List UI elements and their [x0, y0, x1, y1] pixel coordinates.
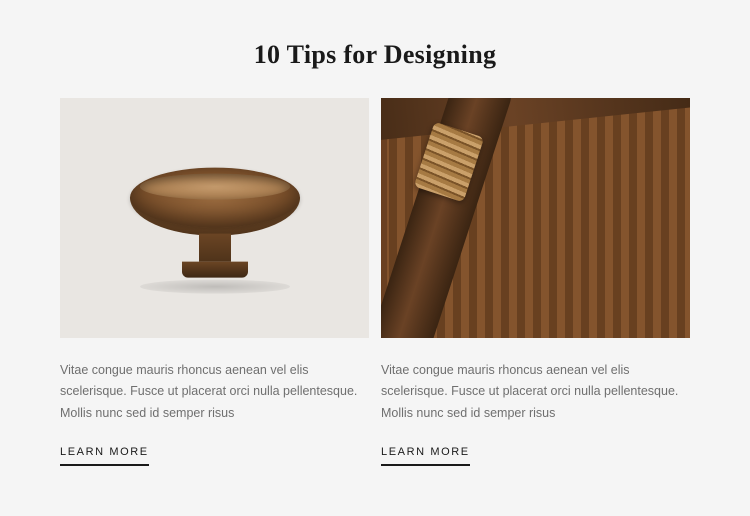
card-description: Vitae congue mauris rhoncus aenean vel e…	[60, 360, 369, 424]
product-image-bowl	[60, 98, 369, 338]
product-image-weave	[381, 98, 690, 338]
card-columns: Vitae congue mauris rhoncus aenean vel e…	[60, 98, 690, 466]
page-title: 10 Tips for Designing	[254, 40, 497, 70]
bowl-illustration	[130, 168, 300, 294]
card-left: Vitae congue mauris rhoncus aenean vel e…	[60, 98, 369, 466]
learn-more-link[interactable]: LEARN MORE	[60, 446, 149, 466]
card-right: Vitae congue mauris rhoncus aenean vel e…	[381, 98, 690, 466]
learn-more-link[interactable]: LEARN MORE	[381, 446, 470, 466]
card-description: Vitae congue mauris rhoncus aenean vel e…	[381, 360, 690, 424]
